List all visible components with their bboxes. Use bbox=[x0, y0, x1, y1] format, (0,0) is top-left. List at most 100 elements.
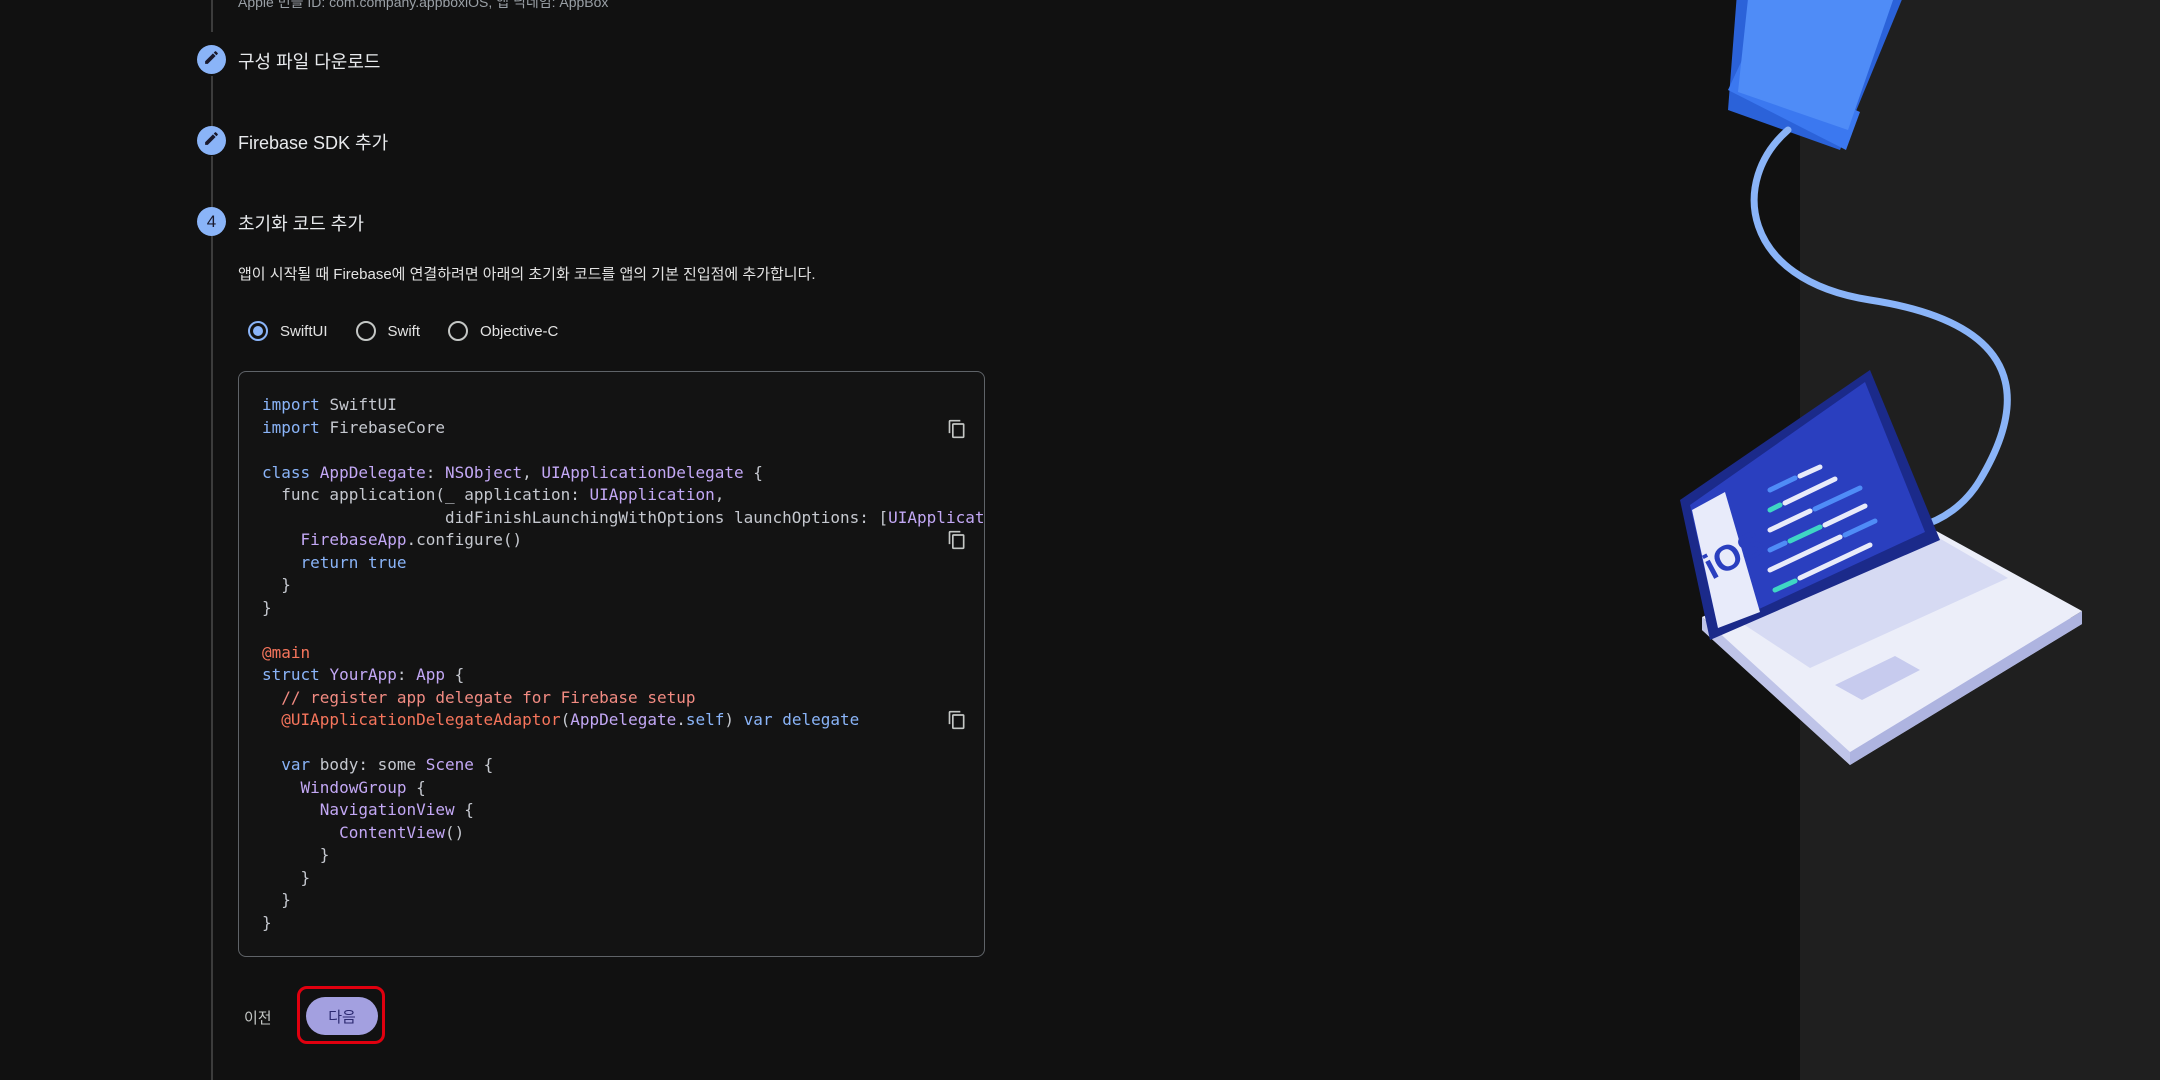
code-token: . bbox=[676, 710, 686, 729]
stepper-rail bbox=[211, 236, 213, 1080]
code-line: NavigationView { bbox=[262, 799, 984, 822]
code-token: NSObject bbox=[445, 462, 523, 482]
code-token: , bbox=[522, 462, 542, 482]
code-token: func application(_ application: bbox=[262, 485, 590, 504]
code-snippet-box: import SwiftUI import FirebaseCore class A… bbox=[238, 371, 985, 957]
code-token: ) bbox=[724, 710, 744, 729]
ios-laptop-illustration: iOS bbox=[1680, 0, 2082, 765]
radio-label: SwiftUI bbox=[280, 322, 328, 340]
code-token: YourApp bbox=[329, 665, 397, 684]
code-token: : bbox=[425, 462, 446, 482]
code-line: } bbox=[262, 574, 984, 597]
code-token: .configure() bbox=[406, 530, 523, 549]
code-token: } bbox=[262, 575, 291, 594]
step-4-title[interactable]: 초기화 코드 추가 bbox=[238, 210, 364, 236]
code-token: { bbox=[445, 665, 465, 684]
radio-button-selected[interactable] bbox=[248, 321, 268, 341]
step-3-circle bbox=[197, 126, 226, 155]
radio-label: Objective-C bbox=[480, 322, 559, 340]
code-token: SwiftUI bbox=[329, 395, 397, 414]
code-line: import FirebaseCore bbox=[262, 417, 984, 440]
code-line: @main bbox=[262, 642, 984, 665]
language-radio-group: SwiftUI Swift Objective-C bbox=[248, 318, 586, 344]
code-token: ContentView bbox=[339, 822, 446, 842]
code-token: var delegate bbox=[743, 710, 860, 729]
code-line: import SwiftUI bbox=[262, 394, 984, 417]
code-token: FirebaseApp bbox=[300, 530, 407, 549]
code-token: : bbox=[396, 665, 417, 684]
code-token: } bbox=[262, 912, 272, 932]
radio-button[interactable] bbox=[355, 321, 376, 341]
radio-objective-c[interactable]: Objective-C bbox=[448, 321, 558, 341]
code-token: var bbox=[281, 755, 320, 774]
code-line: didFinishLaunchingWithOptions launchOpti… bbox=[262, 507, 985, 530]
code-token: ( bbox=[560, 710, 571, 729]
radio-label: Swift bbox=[387, 322, 421, 340]
code-token: { bbox=[473, 755, 494, 774]
code-token: struct bbox=[262, 665, 330, 684]
code-token: App bbox=[416, 665, 446, 684]
next-button[interactable]: 다음 bbox=[306, 997, 378, 1035]
code-line: } bbox=[262, 912, 984, 935]
code-token: AppDelegate bbox=[319, 462, 426, 482]
code-token: @UIApplicationDelegateAdaptor bbox=[281, 710, 561, 729]
radio-swift[interactable]: Swift bbox=[355, 321, 421, 341]
code-line: // register app delegate for Firebase se… bbox=[262, 687, 984, 710]
stepper-rail bbox=[211, 0, 213, 32]
radio-button[interactable] bbox=[448, 321, 469, 341]
code-token: return true bbox=[300, 552, 407, 572]
step-4-circle: 4 bbox=[197, 207, 226, 236]
previous-button[interactable]: 이전 bbox=[238, 1003, 278, 1032]
copy-icon[interactable] bbox=[947, 529, 967, 551]
code-token: didFinishLaunchingWithOptions launchOpti… bbox=[262, 507, 889, 527]
code-line: } bbox=[262, 889, 984, 912]
bundle-info-text: Apple 번들 ID: com.company.appboxiOS, 앱 닉네… bbox=[238, 0, 609, 10]
code-line: var body: some Scene { bbox=[262, 754, 984, 777]
code-line: } bbox=[262, 597, 984, 620]
copy-icon[interactable] bbox=[947, 709, 967, 731]
code-snippet: import SwiftUI import FirebaseCore class A… bbox=[262, 394, 985, 935]
code-token: NavigationView bbox=[319, 800, 455, 819]
code-token: , bbox=[714, 485, 725, 504]
step-2-title[interactable]: 구성 파일 다운로드 bbox=[238, 48, 380, 74]
copy-icon[interactable] bbox=[947, 418, 967, 440]
code-line: } bbox=[262, 867, 984, 890]
code-line: FirebaseApp.configure() bbox=[262, 529, 984, 552]
code-line: func application(_ application: UIApplic… bbox=[262, 484, 984, 507]
code-token: { bbox=[454, 800, 474, 819]
code-token: UIApplicationDelegate bbox=[541, 462, 744, 482]
radio-swiftui[interactable]: SwiftUI bbox=[248, 321, 328, 341]
stepper-rail bbox=[211, 156, 213, 209]
code-token: } bbox=[262, 845, 330, 864]
code-token: class bbox=[262, 462, 320, 482]
step-4-description: 앱이 시작될 때 Firebase에 연결하려면 아래의 초기화 코드를 앱의 … bbox=[238, 266, 816, 283]
code-line: return true bbox=[262, 552, 984, 575]
code-token: import bbox=[262, 417, 330, 437]
stepper-rail bbox=[211, 76, 213, 129]
code-token: UIApplicationLaunchOptionsKey bbox=[888, 507, 985, 527]
code-token: // register app delegate for Firebase se… bbox=[262, 687, 696, 707]
code-token: Scene bbox=[425, 755, 474, 774]
code-line: WindowGroup { bbox=[262, 777, 984, 800]
step-3-title[interactable]: Firebase SDK 추가 bbox=[238, 129, 388, 155]
code-line: class AppDelegate: NSObject, UIApplicati… bbox=[262, 462, 984, 485]
code-token: } bbox=[262, 867, 311, 887]
code-line: ContentView() bbox=[262, 822, 984, 845]
laptop-graphic: iOS bbox=[1680, 370, 2082, 765]
code-line: } bbox=[262, 844, 984, 867]
code-token: UIApplication bbox=[589, 485, 715, 504]
code-token: () bbox=[445, 822, 465, 842]
pencil-icon bbox=[203, 130, 220, 152]
code-token: body: some bbox=[319, 755, 426, 774]
pencil-icon bbox=[203, 49, 220, 71]
code-token: FirebaseCore bbox=[329, 417, 446, 437]
code-token: self bbox=[685, 710, 725, 729]
